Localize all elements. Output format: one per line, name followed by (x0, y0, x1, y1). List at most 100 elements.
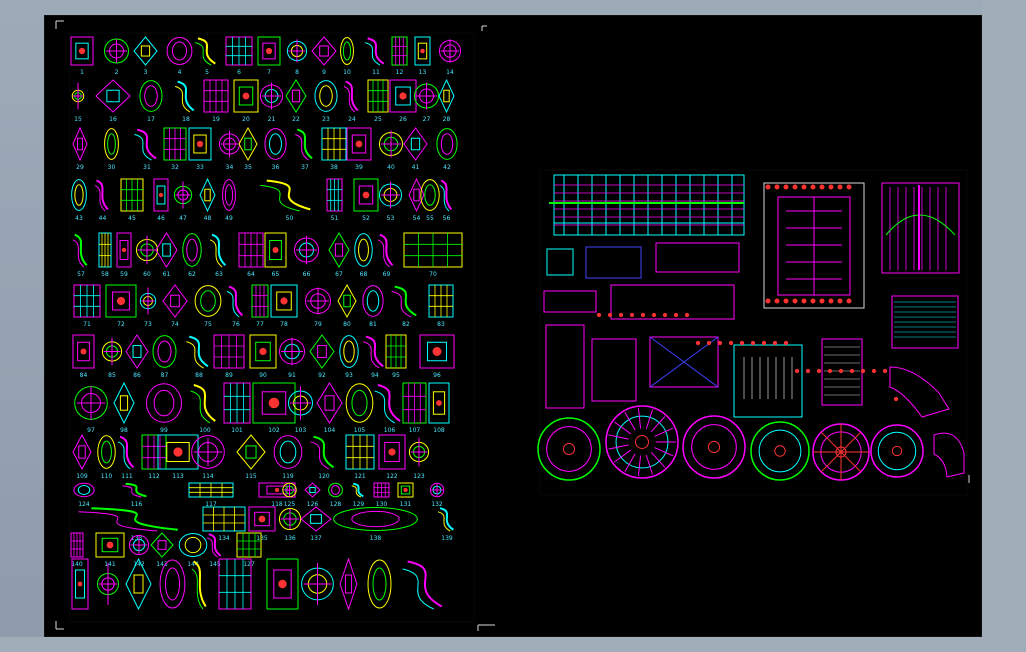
diamond-motif (300, 506, 332, 532)
red-dot (717, 340, 723, 346)
diamond-motif (199, 177, 216, 213)
red-marker (837, 298, 843, 304)
drawing-number-label: 32 (171, 164, 179, 171)
curved-molding-inner (78, 511, 158, 532)
drawing-number-label: 134 (218, 535, 230, 542)
drawing-number-label: 143 (156, 561, 168, 568)
diamond-motif (403, 127, 428, 161)
drawing-number-label: 110 (101, 473, 113, 480)
drawing-number-label: 70 (429, 271, 437, 278)
red-dot (882, 368, 888, 374)
vertical-panel (545, 324, 585, 409)
diamond-motif (150, 532, 174, 558)
diamond-core (157, 540, 167, 550)
red-dot (706, 340, 712, 346)
red-dot (684, 312, 690, 318)
oval-inner (351, 389, 368, 417)
rosette-spoke (645, 454, 654, 475)
drawing-number-label: 30 (108, 164, 116, 171)
oval-motif (222, 179, 236, 211)
circle-ceiling-inner (546, 426, 592, 472)
small-detail (585, 246, 642, 279)
oval-inner (157, 340, 172, 363)
curved-molding (177, 80, 195, 112)
diamond-motif (113, 381, 135, 425)
drawing-number-label: 15 (74, 116, 82, 123)
red-dot (838, 368, 844, 374)
curved-molding-inner (190, 390, 211, 424)
drawing-number-label: 66 (303, 271, 311, 278)
circle-ceiling-inner (691, 424, 737, 470)
red-marker (846, 298, 852, 304)
circle-ceiling-inner (758, 429, 802, 473)
cad-drawing-svg[interactable]: 1 2 3 4 5 6 7 8 9 10 11 12 13 1415 16 17 18 19 20 21 22 23 24 2… (44, 15, 982, 637)
circle-ceiling-core (774, 445, 786, 457)
pattern-center-dot (388, 448, 396, 456)
drawing-number-label: 93 (345, 372, 353, 379)
pattern-center-dot (268, 397, 280, 409)
pattern-center-dot (278, 579, 287, 589)
drawing-number-label: 98 (120, 427, 128, 434)
pattern-center-dot (280, 297, 288, 305)
drawing-number-label: 102 (268, 427, 280, 434)
drawing-number-label: 35 (244, 164, 252, 171)
curved-molding-inner (402, 568, 434, 610)
red-marker (774, 298, 780, 304)
drawing-number-label: 87 (161, 372, 169, 379)
oval-inner (279, 440, 297, 464)
drawing-number-label: 27 (423, 116, 431, 123)
curved-detail (889, 366, 950, 418)
diamond-core (319, 45, 329, 57)
drawing-number-label: 49 (225, 215, 233, 222)
curved-molding (365, 335, 384, 368)
drawing-number-label: 122 (386, 473, 398, 480)
pattern-center-dot (242, 92, 250, 100)
drawing-number-label: 116 (131, 501, 143, 508)
pattern-center-dot (272, 246, 279, 254)
diamond-motif (311, 36, 337, 66)
drawing-number-label: 53 (387, 215, 395, 222)
window-right-margin (982, 0, 1026, 652)
pattern-center-dot (106, 541, 114, 549)
red-marker (774, 184, 780, 190)
drawing-number-label: 89 (225, 372, 233, 379)
oval-inner (200, 290, 216, 312)
curved-molding-inner (363, 341, 380, 369)
drawing-number-label: 47 (179, 215, 187, 222)
drawing-number-label: 23 (322, 116, 330, 123)
oval-motif (314, 80, 338, 112)
drawing-number-label: 75 (204, 321, 212, 328)
diamond-core (204, 188, 211, 202)
circle-ceiling-core (635, 435, 649, 449)
red-marker (828, 298, 834, 304)
drawing-number-label: 125 (284, 501, 296, 508)
pattern-center-dot (399, 92, 407, 100)
drawing-canvas[interactable]: 1 2 3 4 5 6 7 8 9 10 11 12 13 14 15 16 17 18 19 20 21 22 23 24 2… (44, 15, 982, 637)
drawing-number-label: 8 (295, 69, 299, 76)
drawing-number-label: 83 (437, 321, 445, 328)
oval-inner (342, 41, 352, 61)
red-marker (801, 298, 807, 304)
curved-molding (377, 384, 401, 422)
curved-molding-inner (351, 485, 362, 498)
diamond-motif (238, 126, 258, 162)
curved-molding (345, 80, 359, 112)
oval-motif (273, 435, 303, 469)
circle-ceiling-6 (870, 424, 924, 478)
oval-inner (144, 85, 158, 107)
red-marker (765, 298, 771, 304)
curved-molding (353, 482, 364, 498)
oval-inner (164, 567, 181, 601)
red-marker (846, 184, 852, 190)
curved-molding-inner (134, 133, 152, 161)
curved-molding (394, 285, 417, 317)
drawing-number-label: 81 (369, 321, 377, 328)
curved-molding-inner (191, 568, 204, 610)
drawing-number-label: 20 (242, 116, 250, 123)
radial-spoke (840, 431, 862, 453)
drawing-number-label: 137 (310, 535, 322, 542)
curved-molding-inner (122, 485, 142, 498)
drawing-number-label: 57 (77, 271, 85, 278)
drawing-number-label: 7 (267, 69, 271, 76)
drawing-number-label: 140 (71, 561, 83, 568)
